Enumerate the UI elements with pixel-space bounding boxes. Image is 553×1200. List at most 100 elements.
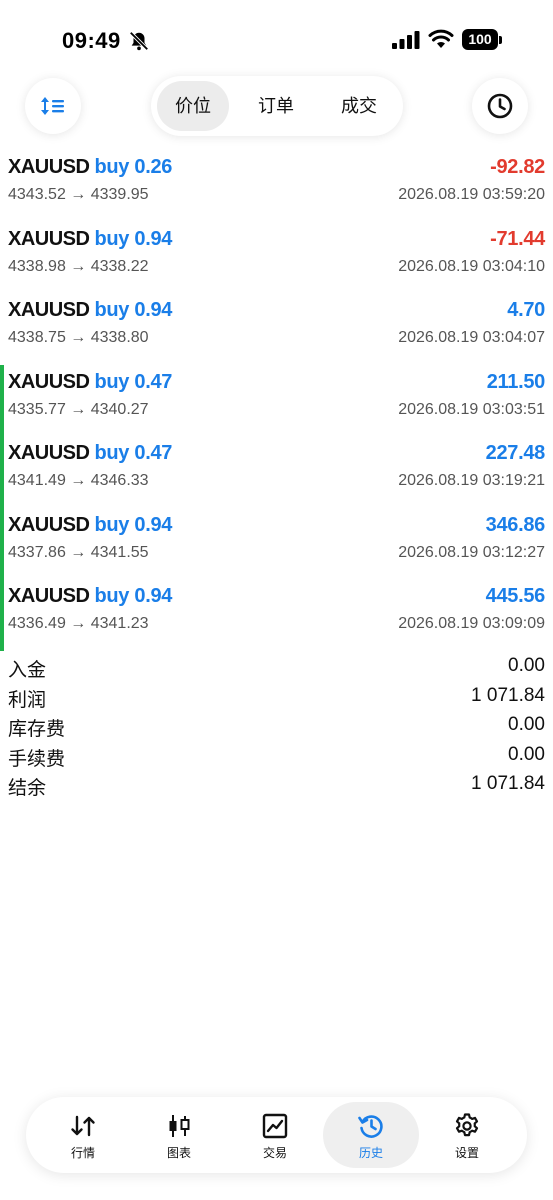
deal-row[interactable]: XAUUSD buy 0.47 227.48 4341.49 → 4346.33 202… [0,436,553,508]
deal-row[interactable]: XAUUSD buy 0.94 -71.44 4338.98 → 4338.22 202… [0,222,553,294]
summary-label: 结余 [8,778,47,799]
deal-prices: 4338.98 → 4338.22 [8,257,149,275]
deal-list: XAUUSD buy 0.26 -92.82 4343.52 → 4339.95 202… [0,150,553,651]
wifi-icon [428,29,454,48]
deal-symbol: XAUUSD [8,299,90,321]
status-time: 09:49 [62,28,121,53]
summary-row: 入金 0.00 [0,653,553,683]
chart-icon [169,1115,190,1137]
deal-time: 2026.08.19 03:19:21 [398,472,545,489]
deal-symbol: XAUUSD [8,370,90,393]
deal-header: XAUUSD buy 0.94 445.56 [8,585,545,611]
deal-time: 2026.08.19 03:09:09 [398,615,545,632]
deal-prices: 4337.86 → 4341.55 [8,543,149,561]
deal-header: XAUUSD buy 0.94 -71.44 [8,228,545,254]
summary-label: 利润 [8,689,47,711]
clock-icon [487,93,513,119]
deal-profit: 445.56 [485,585,546,607]
deal-symbol: XAUUSD [8,227,90,250]
deal-prices: 4338.75 → 4338.80 [8,329,149,346]
deal-row[interactable]: XAUUSD buy 0.26 -92.82 4343.52 → 4339.95 202… [0,150,553,222]
deal-header: XAUUSD buy 0.47 211.50 [8,371,545,397]
deal-side-volume: buy 0.47 [94,370,173,393]
deal-details: 4338.75 → 4338.80 2026.08.19 03:04:07 [8,329,545,351]
deal-header: XAUUSD buy 0.94 346.86 [8,514,545,540]
bottom-navigation: 行情 图表 交易 历史 设置 [26,1097,527,1173]
deal-prices: 4335.77 → 4340.27 [8,400,149,418]
deal-profit: 211.50 [486,370,546,393]
deal-side-volume: buy 0.26 [94,156,173,178]
deal-details: 4341.49 → 4346.33 2026.08.19 03:19:21 [8,472,545,494]
period-button[interactable] [472,78,528,134]
summary-row: 库存费 0.00 [0,712,553,742]
deal-row[interactable]: XAUUSD buy 0.47 211.50 4335.77 → 4340.27 202… [0,364,553,437]
deal-header: XAUUSD buy 0.26 -92.82 [8,156,545,182]
deal-side-volume: buy 0.94 [94,227,173,250]
trade-icon [262,1113,288,1139]
summary-label: 入金 [8,660,47,681]
nav-item-chart[interactable]: 图表 [131,1102,227,1168]
nav-label: 历史 [358,1146,383,1160]
deal-row[interactable]: XAUUSD buy 0.94 445.56 4336.49 → 4341.23 202… [0,579,553,651]
deal-time: 2026.08.19 03:04:10 [398,257,545,275]
deal-row[interactable]: XAUUSD buy 0.94 4.70 4338.75 → 4338.80 2026.… [0,293,553,365]
tab-positions[interactable]: 价位 [157,81,229,131]
deal-prices: 4336.49 → 4341.23 [8,615,149,632]
battery-cap [499,36,502,44]
deal-symbol: XAUUSD [8,442,90,464]
account-summary: 入金 0.00 利润 1 071.84 库存费 0.00 手续费 0.00 结余 1 071.84 [0,653,553,801]
battery-indicator: 100 [462,29,498,50]
summary-row: 利润 1 071.84 [0,683,553,713]
deal-time: 2026.08.19 03:12:27 [398,543,545,561]
deal-row[interactable]: XAUUSD buy 0.94 346.86 4337.86 → 4341.55 202… [0,507,553,580]
deal-symbol: XAUUSD [8,156,90,178]
nav-label: 图表 [166,1146,191,1160]
nav-label: 行情 [70,1146,95,1160]
history-icon [358,1115,383,1138]
sort-button[interactable] [25,78,81,134]
deal-details: 4338.98 → 4338.22 2026.08.19 03:04:10 [8,258,545,280]
deal-profit: 227.48 [485,442,546,464]
summary-value: 1 071.84 [471,684,545,706]
history-screen: 09:49 100 价位 订单 成交 XAUUSD buy 0.26 -92.8… [0,0,553,1200]
nav-item-quotes[interactable]: 行情 [35,1102,131,1168]
deal-time: 2026.08.19 03:04:07 [398,329,545,346]
history-segmented-control: 价位 订单 成交 [151,76,403,136]
deal-details: 4336.49 → 4341.23 2026.08.19 03:09:09 [8,615,545,637]
nav-item-settings[interactable]: 设置 [419,1102,515,1168]
deal-profit: 4.70 [507,299,545,321]
bell-off-icon [129,31,149,51]
status-bar: 09:49 100 [0,0,553,80]
deal-profit: -71.44 [490,227,545,250]
sort-icon [41,97,64,115]
deal-details: 4337.86 → 4341.55 2026.08.19 03:12:27 [8,544,545,566]
deal-details: 4335.77 → 4340.27 2026.08.19 03:03:51 [8,401,545,423]
deal-side-volume: buy 0.94 [94,585,173,607]
deal-profit: -92.82 [490,156,545,178]
gear-icon [455,1113,479,1137]
deal-prices: 4341.49 → 4346.33 [8,472,149,489]
nav-item-trade[interactable]: 交易 [227,1102,323,1168]
nav-label: 设置 [454,1146,479,1160]
deal-time: 2026.08.19 03:59:20 [398,186,545,203]
deal-side-volume: buy 0.94 [94,513,173,536]
quotes-icon [71,1115,95,1137]
deal-symbol: XAUUSD [8,513,90,536]
nav-item-history[interactable]: 历史 [323,1102,419,1168]
deal-header: XAUUSD buy 0.47 227.48 [8,442,545,468]
summary-label: 手续费 [8,748,66,770]
deal-time: 2026.08.19 03:03:51 [398,400,545,418]
summary-value: 0.00 [508,714,545,735]
deal-side-volume: buy 0.94 [94,299,173,321]
nav-label: 交易 [262,1146,287,1160]
deal-side-volume: buy 0.47 [94,442,173,464]
deal-details: 4343.52 → 4339.95 2026.08.19 03:59:20 [8,186,545,208]
deal-profit: 346.86 [485,513,546,536]
deal-header: XAUUSD buy 0.94 4.70 [8,299,545,325]
summary-value: 1 071.84 [471,773,545,794]
deal-prices: 4343.52 → 4339.95 [8,186,149,203]
tab-deals[interactable]: 成交 [323,81,395,131]
tab-orders[interactable]: 订单 [241,81,311,131]
summary-value: 0.00 [508,743,545,765]
summary-row: 结余 1 071.84 [0,771,553,801]
